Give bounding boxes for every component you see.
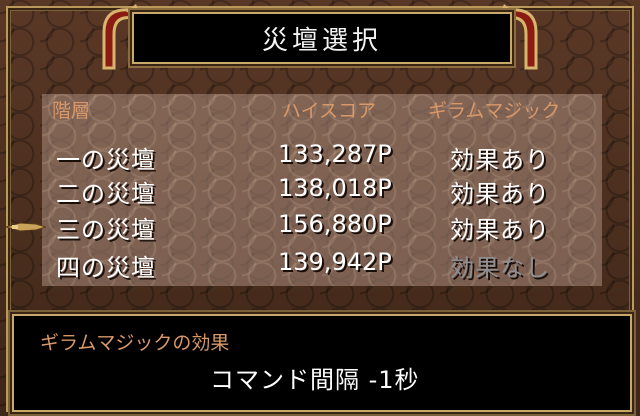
altar-high-score: 139,942P <box>278 248 392 276</box>
altar-row-3[interactable]: 三の災壇 156,880P 効果あり <box>0 210 640 246</box>
altar-high-score: 156,880P <box>278 210 392 238</box>
altar-select-screen: 災壇選択 階層 ハイスコア ギラムマジック 一の災壇 133,287P 効果あり… <box>0 0 640 416</box>
header-high-score: ハイスコア <box>282 100 377 122</box>
altar-row-4[interactable]: 四の災壇 139,942P 効果なし <box>0 248 640 284</box>
altar-name: 四の災壇 <box>56 254 156 282</box>
pointing-hand-cursor-icon <box>6 222 46 232</box>
altar-high-score: 133,287P <box>278 140 392 168</box>
screen-title: 災壇選択 <box>261 25 382 56</box>
altar-magic-status: 効果なし <box>450 254 550 282</box>
altar-magic-status: 効果あり <box>450 146 550 174</box>
altar-name: 一の災壇 <box>56 146 156 174</box>
altar-magic-status: 効果あり <box>450 180 550 208</box>
altar-row-1[interactable]: 一の災壇 133,287P 効果あり <box>0 140 640 176</box>
altar-name: 三の災壇 <box>56 216 156 244</box>
altar-magic-status: 効果あり <box>450 216 550 244</box>
magic-effect-title: ギラムマジックの効果 <box>40 332 230 354</box>
table-header: 階層 ハイスコア ギラムマジック <box>0 96 640 124</box>
altar-row-2[interactable]: 二の災壇 138,018P 効果あり <box>0 174 640 210</box>
header-floor: 階層 <box>52 100 91 122</box>
magic-effect-panel: ギラムマジックの効果 コマンド間隔 -1秒 <box>12 314 632 412</box>
altar-high-score: 138,018P <box>278 174 392 202</box>
title-bar: 災壇選択 <box>132 12 512 64</box>
altar-name: 二の災壇 <box>56 180 156 208</box>
header-gilam-magic: ギラムマジック <box>428 100 561 122</box>
magic-effect-value: コマンド間隔 -1秒 <box>210 366 420 394</box>
